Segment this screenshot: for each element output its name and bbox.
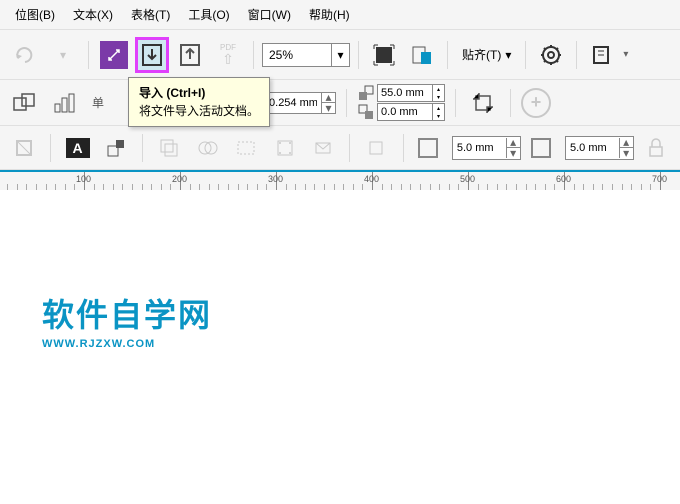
launch-button[interactable]	[585, 38, 619, 72]
menu-tools[interactable]: 工具(O)	[188, 6, 229, 23]
auto-button[interactable]	[97, 38, 131, 72]
outline-box-icon[interactable]	[413, 131, 445, 165]
property-toolbar: 导入 (Ctrl+I) 将文件导入活动文档。 单 ▴▾ ▴▾ ▴▾ +	[0, 80, 680, 126]
separator	[447, 41, 448, 69]
margin2-field[interactable]: ▴▾	[565, 136, 634, 160]
menu-view[interactable]: 位图(B)	[15, 6, 55, 23]
separator	[358, 41, 359, 69]
height-field[interactable]: ▴▾	[377, 103, 445, 121]
margin2-input[interactable]	[566, 142, 619, 154]
text-effect-button[interactable]: A	[61, 131, 93, 165]
export-button[interactable]	[173, 38, 207, 72]
separator	[349, 134, 350, 162]
snap-button[interactable]: 贴齐(T)▾	[456, 46, 517, 63]
height-icon	[357, 103, 375, 121]
menu-text[interactable]: 文本(X)	[73, 6, 113, 23]
tooltip-desc: 将文件导入活动文档。	[139, 104, 259, 118]
import-button[interactable]	[135, 37, 169, 73]
secondary-toolbar: A ▴▾ ▴▾	[0, 126, 680, 170]
watermark-en: WWW.RJZXW.COM	[42, 338, 212, 350]
separator	[510, 89, 511, 117]
line-width-field[interactable]: ▴▾	[264, 92, 336, 114]
margin1-input[interactable]	[453, 142, 506, 154]
align-button[interactable]	[48, 86, 82, 120]
shape-tool-button[interactable]	[100, 131, 132, 165]
plus-icon: +	[531, 92, 542, 113]
height-input[interactable]	[378, 106, 432, 118]
contour-icon	[230, 131, 262, 165]
distort-icon	[268, 131, 300, 165]
chevron-down-icon[interactable]: ▾	[623, 49, 628, 60]
separator	[346, 89, 347, 117]
separator	[50, 134, 51, 162]
menu-window[interactable]: 窗口(W)	[248, 6, 291, 23]
lock-icon	[640, 131, 672, 165]
zoom-input[interactable]	[263, 48, 331, 62]
undo-dropdown-icon: ▾	[46, 38, 80, 72]
preview-button[interactable]	[405, 38, 439, 72]
import-tooltip: 导入 (Ctrl+I) 将文件导入活动文档。	[128, 77, 270, 127]
width-icon	[357, 84, 375, 102]
line-width-input[interactable]	[265, 97, 321, 109]
chevron-down-icon: ▾	[505, 48, 511, 62]
standard-toolbar: ▾ PDF⇧ ▾ 贴齐(T)▾ ▾	[0, 30, 680, 80]
canvas-area[interactable]: 软件自学网 WWW.RJZXW.COM	[0, 190, 680, 504]
width-field[interactable]: ▴▾	[377, 84, 445, 102]
zoom-field[interactable]: ▾	[262, 43, 350, 67]
width-input[interactable]	[378, 87, 432, 99]
fullscreen-button[interactable]	[367, 38, 401, 72]
pdf-export-icon: PDF⇧	[211, 38, 245, 72]
menu-table[interactable]: 表格(T)	[131, 6, 170, 23]
spinner-down-icon[interactable]: ▾	[321, 103, 335, 113]
shadow-icon	[153, 131, 185, 165]
tooltip-title: 导入 (Ctrl+I)	[139, 86, 205, 100]
blend-icon	[192, 131, 224, 165]
extrude-icon	[360, 131, 392, 165]
dimensions-group: ▴▾ ▴▾	[357, 84, 445, 121]
crop-button[interactable]	[466, 86, 500, 120]
margin1-field[interactable]: ▴▾	[452, 136, 521, 160]
separator	[525, 41, 526, 69]
menu-bar: 位图(B) 文本(X) 表格(T) 工具(O) 窗口(W) 帮助(H)	[0, 0, 680, 30]
add-button[interactable]: +	[521, 88, 551, 118]
separator	[88, 41, 89, 69]
combine-button[interactable]	[8, 86, 42, 120]
menu-help[interactable]: 帮助(H)	[309, 6, 350, 23]
separator	[455, 89, 456, 117]
watermark: 软件自学网 WWW.RJZXW.COM	[42, 290, 212, 350]
rect-tool-icon	[8, 131, 40, 165]
watermark-cn: 软件自学网	[42, 290, 212, 336]
separator	[403, 134, 404, 162]
horizontal-ruler[interactable]: 100200300400500600700	[0, 170, 680, 190]
options-button[interactable]	[534, 38, 568, 72]
outline-box2-icon[interactable]	[527, 131, 559, 165]
prefix-label: 单	[92, 94, 104, 111]
envelope-icon	[307, 131, 339, 165]
separator	[142, 134, 143, 162]
zoom-dropdown-icon[interactable]: ▾	[331, 44, 349, 66]
separator	[576, 41, 577, 69]
separator	[253, 41, 254, 69]
undo-icon	[8, 38, 42, 72]
